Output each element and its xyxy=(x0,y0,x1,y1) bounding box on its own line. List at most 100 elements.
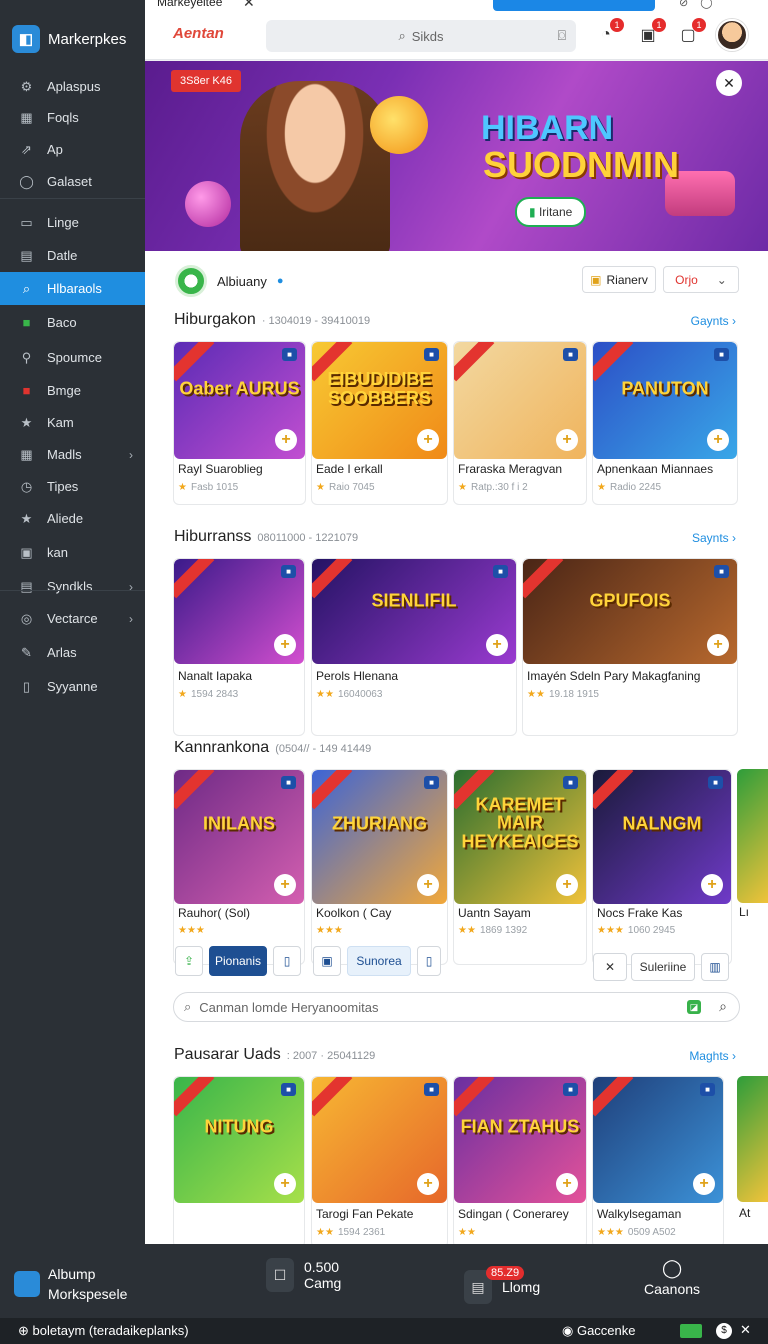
delete-icon-button[interactable]: ▥ xyxy=(701,953,729,981)
game-card[interactable]: NALNGM ■ + Nocs Frake Kas ★★★ 1060 2945 xyxy=(592,769,732,965)
close-icon[interactable]: ✕ xyxy=(740,1322,751,1338)
add-icon[interactable]: + xyxy=(556,429,578,451)
game-card[interactable]: ■ + Fraraska Meragvan ★ Ratp.:30 f i 2 xyxy=(453,341,587,505)
close-tab-icon[interactable]: ✕ xyxy=(243,0,255,11)
sidebar-item-0[interactable]: ⚙ Aplaspus xyxy=(0,70,145,103)
game-card[interactable]: FIAN ZTAHUS ■ + Sdingan ( Conerarey ★★ xyxy=(453,1076,587,1248)
game-card[interactable]: ■ + Tarogi Fan Pekate ★★ 1594 2361 xyxy=(311,1076,448,1248)
secondary-action-button[interactable]: Sunorea xyxy=(347,946,411,976)
game-card[interactable]: ■ + Walkylsegaman ★★★ 0509 A502 xyxy=(592,1076,724,1248)
add-icon[interactable]: + xyxy=(707,429,729,451)
see-more-link[interactable]: Saynts › xyxy=(692,531,736,545)
sidebar-item-3[interactable]: ◯ Galaset xyxy=(0,165,145,198)
share-icon-button[interactable]: ⇪ xyxy=(175,946,203,976)
game-card[interactable]: ZHURIANG ■ + Koolkon ( Cay ★★★ xyxy=(311,769,448,965)
address-bar-highlight[interactable] xyxy=(493,0,655,11)
sidebar-item-12[interactable]: ◷ Tipes xyxy=(0,470,145,503)
add-icon[interactable]: + xyxy=(417,874,439,896)
taskbar-item-camg[interactable]: ☐ 0.500 Camg xyxy=(266,1258,341,1292)
copy-icon-button[interactable]: ▯ xyxy=(417,946,441,976)
peek-card[interactable] xyxy=(737,769,768,903)
app-line2: Morkspesele xyxy=(48,1286,128,1302)
add-icon[interactable]: + xyxy=(556,1173,578,1195)
bookmark-icon-button[interactable]: ▯ xyxy=(273,946,301,976)
game-card[interactable]: EIBUDIDIBE SOOBBERS ■ + Eade I erkall ★ Raio … xyxy=(311,341,448,505)
avatar[interactable] xyxy=(716,19,748,51)
close-icon-button[interactable]: ✕ xyxy=(593,953,627,981)
hero-banner[interactable]: 3S8er K46 HIBARN SUODNMIN ▮ Iritane ✕ xyxy=(145,61,768,251)
cart-icon[interactable]: ▣ 1 xyxy=(635,18,666,48)
store-logo[interactable]: Aentan xyxy=(173,25,224,42)
add-icon[interactable]: + xyxy=(274,1173,296,1195)
network-icon[interactable] xyxy=(680,1324,702,1338)
tertiary-action-button[interactable]: Suleriine xyxy=(631,953,695,981)
status-right-text: Gaccenke xyxy=(576,1323,636,1338)
game-name: Nocs Frake Kas xyxy=(597,906,683,920)
hero-cta-button[interactable]: ▮ Iritane xyxy=(515,197,587,227)
magnifier-icon[interactable]: ⌕ xyxy=(719,998,727,1015)
add-icon[interactable]: + xyxy=(693,1173,715,1195)
sidebar-item-15[interactable]: ▤ Syndkls › xyxy=(0,570,145,603)
sidebar-item-2[interactable]: ⇗ Ap xyxy=(0,133,145,166)
add-icon[interactable]: + xyxy=(274,634,296,656)
sidebar-item-8[interactable]: ⚲ Spoumce xyxy=(0,341,145,374)
game-card[interactable]: PANUTON ■ + Apnenkaan Miannaes ★ Radio 2245 xyxy=(592,341,738,505)
sidebar-item-10[interactable]: ★ Kam xyxy=(0,406,145,439)
add-icon[interactable]: + xyxy=(417,429,439,451)
sidebar-item-13[interactable]: ★ Aliede xyxy=(0,502,145,535)
sidebar-item-17[interactable]: ✎ Arlas xyxy=(0,636,145,669)
store-header[interactable]: Albiuany ● xyxy=(175,265,284,297)
price-badge: 85.Z9 xyxy=(486,1266,525,1280)
game-card[interactable]: Oaber AURUS ■ + Rayl Suaroblieg ★ Fasb 1015 xyxy=(173,341,306,505)
sidebar-item-4[interactable]: ▭ Linge xyxy=(0,206,145,239)
primary-action-button[interactable]: Pionanis xyxy=(209,946,267,976)
sidebar-item-5[interactable]: ▤ Datle xyxy=(0,239,145,272)
sidebar-item-1[interactable]: ▦ Foqls xyxy=(0,101,145,134)
close-icon[interactable]: ✕ xyxy=(716,70,742,96)
game-card[interactable]: ■ + Nanalt Iapaka ★ 1594 2843 xyxy=(173,558,305,736)
see-more-link[interactable]: Gaynts › xyxy=(691,314,736,328)
taskbar-item-account[interactable]: ◯ Caanons xyxy=(644,1258,700,1297)
peek-card[interactable] xyxy=(737,1076,768,1202)
search-input[interactable]: ⌕ Sikds ⌼ xyxy=(266,20,576,52)
sidebar-item-11[interactable]: ▦ Madls › xyxy=(0,438,145,471)
dollar-icon[interactable]: $ xyxy=(716,1323,732,1339)
sidebar-item-label: Tipes xyxy=(47,479,79,494)
add-icon[interactable]: + xyxy=(275,429,297,451)
add-icon[interactable]: + xyxy=(707,634,729,656)
sidebar-item-16[interactable]: ◎ Vectarce › xyxy=(0,602,145,635)
sidebar-item-7[interactable]: ■ Baco xyxy=(0,306,145,339)
filter-pill[interactable]: Orjo ⌄ xyxy=(663,266,739,293)
chat-bubble-icon[interactable]: ◔ 1 xyxy=(593,18,624,48)
sidebar-item-9[interactable]: ■ Bmge xyxy=(0,374,145,407)
add-icon[interactable]: + xyxy=(556,874,578,896)
sidebar-item-18[interactable]: ▯ Syyanne xyxy=(0,670,145,703)
sidebar-brand[interactable]: ◧ Markerpkes xyxy=(0,0,145,78)
game-card[interactable]: NITUNG ■ + xyxy=(173,1076,305,1248)
taskbar-item-llomg[interactable]: ▤ 85.Z9 Llomg xyxy=(464,1266,540,1304)
bag-icon-button[interactable]: ▣ xyxy=(313,946,341,976)
browser-tab-title[interactable]: Markeyeitee xyxy=(157,0,222,9)
game-card[interactable]: INILANS ■ + Rauhor( (Sol) ★★★ xyxy=(173,769,305,965)
game-meta xyxy=(178,1227,182,1238)
game-card[interactable]: SIENLIFIL ■ + Perols Hlenana ★★ 16040063 xyxy=(311,558,517,736)
green-tag-icon[interactable]: ◪ xyxy=(687,1000,701,1014)
tag-chip-icon: ■ xyxy=(424,776,439,789)
sidebar-item-6[interactable]: ⌕ Hlbaraols xyxy=(0,272,145,305)
see-more-link[interactable]: Maghts › xyxy=(689,1049,736,1063)
bag-icon[interactable]: ▢ 1 xyxy=(675,18,706,48)
taskbar-app[interactable]: Albump Morkspesele xyxy=(14,1264,127,1304)
store-search-input[interactable]: ⌕ Canman lomde Heryanoomitas ◪ ⌕ xyxy=(173,992,740,1022)
add-icon[interactable]: + xyxy=(701,874,723,896)
sidebar-item-14[interactable]: ▣ kan xyxy=(0,536,145,569)
browser-icons[interactable]: ⊘◯ xyxy=(679,0,725,9)
sort-pill[interactable]: ▣ Rianerv xyxy=(582,266,656,293)
add-icon[interactable]: + xyxy=(486,634,508,656)
add-icon[interactable]: + xyxy=(274,874,296,896)
add-icon[interactable]: + xyxy=(417,1173,439,1195)
game-card[interactable]: GPUFOIS ■ + Imayén Sdeln Pary Makagfaning ★★… xyxy=(522,558,738,736)
camera-icon[interactable]: ⌼ xyxy=(558,27,566,44)
game-card[interactable]: KAREMET MAIR HEYKEAICES ■ + Uantn Sayam ★★ 18… xyxy=(453,769,587,965)
ribbon-badge xyxy=(593,342,634,382)
game-meta-text: 1869 1392 xyxy=(479,925,528,936)
